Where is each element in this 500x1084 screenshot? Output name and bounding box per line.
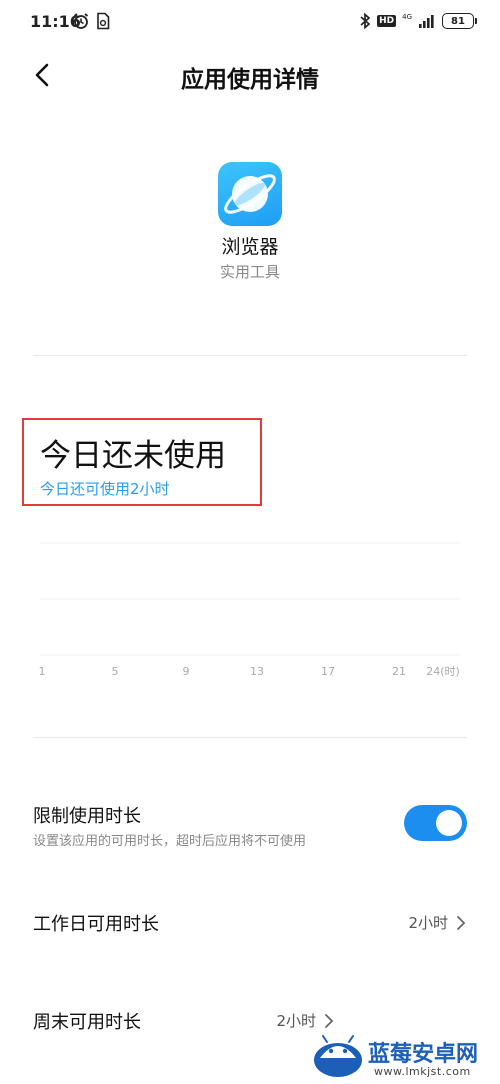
workday-duration-value[interactable]: 2小时 <box>408 912 466 933</box>
chart-x-tick-label: 5 <box>112 665 119 678</box>
status-left-icons <box>72 12 110 30</box>
chart-x-tick-label: 1 <box>39 665 46 678</box>
chart-x-tick-label: 21 <box>392 665 406 678</box>
watermark-url: www.lmkjst.com <box>374 1065 471 1078</box>
chevron-right-icon <box>457 915 466 930</box>
usage-chart: 1 5 9 13 17 21 24(时) <box>39 542 460 678</box>
limit-usage-label: 限制使用时长 <box>33 806 141 827</box>
hd-badge: HD <box>377 15 397 27</box>
weekend-duration-text: 2小时 <box>276 1012 316 1030</box>
chart-x-tick-label: 17 <box>321 665 335 678</box>
watermark-name: 蓝莓安卓网 <box>368 1042 479 1067</box>
android-logo-icon <box>314 1035 362 1077</box>
network-type: 4G <box>402 12 412 21</box>
title-bar: 应用使用详情 <box>0 44 500 106</box>
weekend-duration-value[interactable]: 2小时 <box>276 1010 334 1031</box>
toggle-knob <box>436 810 462 836</box>
chart-x-tick-label: 9 <box>183 665 190 678</box>
app-name: 浏览器 <box>221 236 279 258</box>
battery-indicator: 81 <box>442 13 477 29</box>
status-bar: 11:16 HD 4G 81 <box>0 0 500 44</box>
planet-graphic <box>224 174 276 214</box>
weekend-duration-label[interactable]: 周末可用时长 <box>33 1008 141 1034</box>
app-category: 实用工具 <box>219 263 280 281</box>
site-watermark: 蓝莓安卓网 www.lmkjst.com <box>312 1030 500 1080</box>
limit-usage-description: 设置该应用的可用时长，超时后应用将不可使用 <box>33 834 307 849</box>
chart-x-tick-label: 13 <box>250 665 264 678</box>
usage-summary: 今日还未使用 今日还可使用2小时 <box>22 418 262 506</box>
bluetooth-icon <box>360 12 371 30</box>
page-title: 应用使用详情 <box>181 67 319 93</box>
alarm-icon <box>73 13 89 29</box>
planet-icon <box>218 162 282 226</box>
chart-x-tick-label: 24(时) <box>426 665 460 678</box>
sim-card-icon <box>97 12 110 30</box>
signal-icon <box>419 15 434 28</box>
workday-duration-text: 2小时 <box>408 914 448 932</box>
chevron-right-icon <box>325 1013 334 1028</box>
limit-usage-toggle[interactable] <box>404 805 467 841</box>
status-right-icons: HD 4G 81 <box>359 12 477 30</box>
divider <box>33 737 467 738</box>
workday-duration-label[interactable]: 工作日可用时长 <box>33 910 159 936</box>
remaining-time: 今日还可使用2小时 <box>40 480 170 498</box>
divider <box>33 355 467 356</box>
usage-status: 今日还未使用 <box>40 438 226 474</box>
